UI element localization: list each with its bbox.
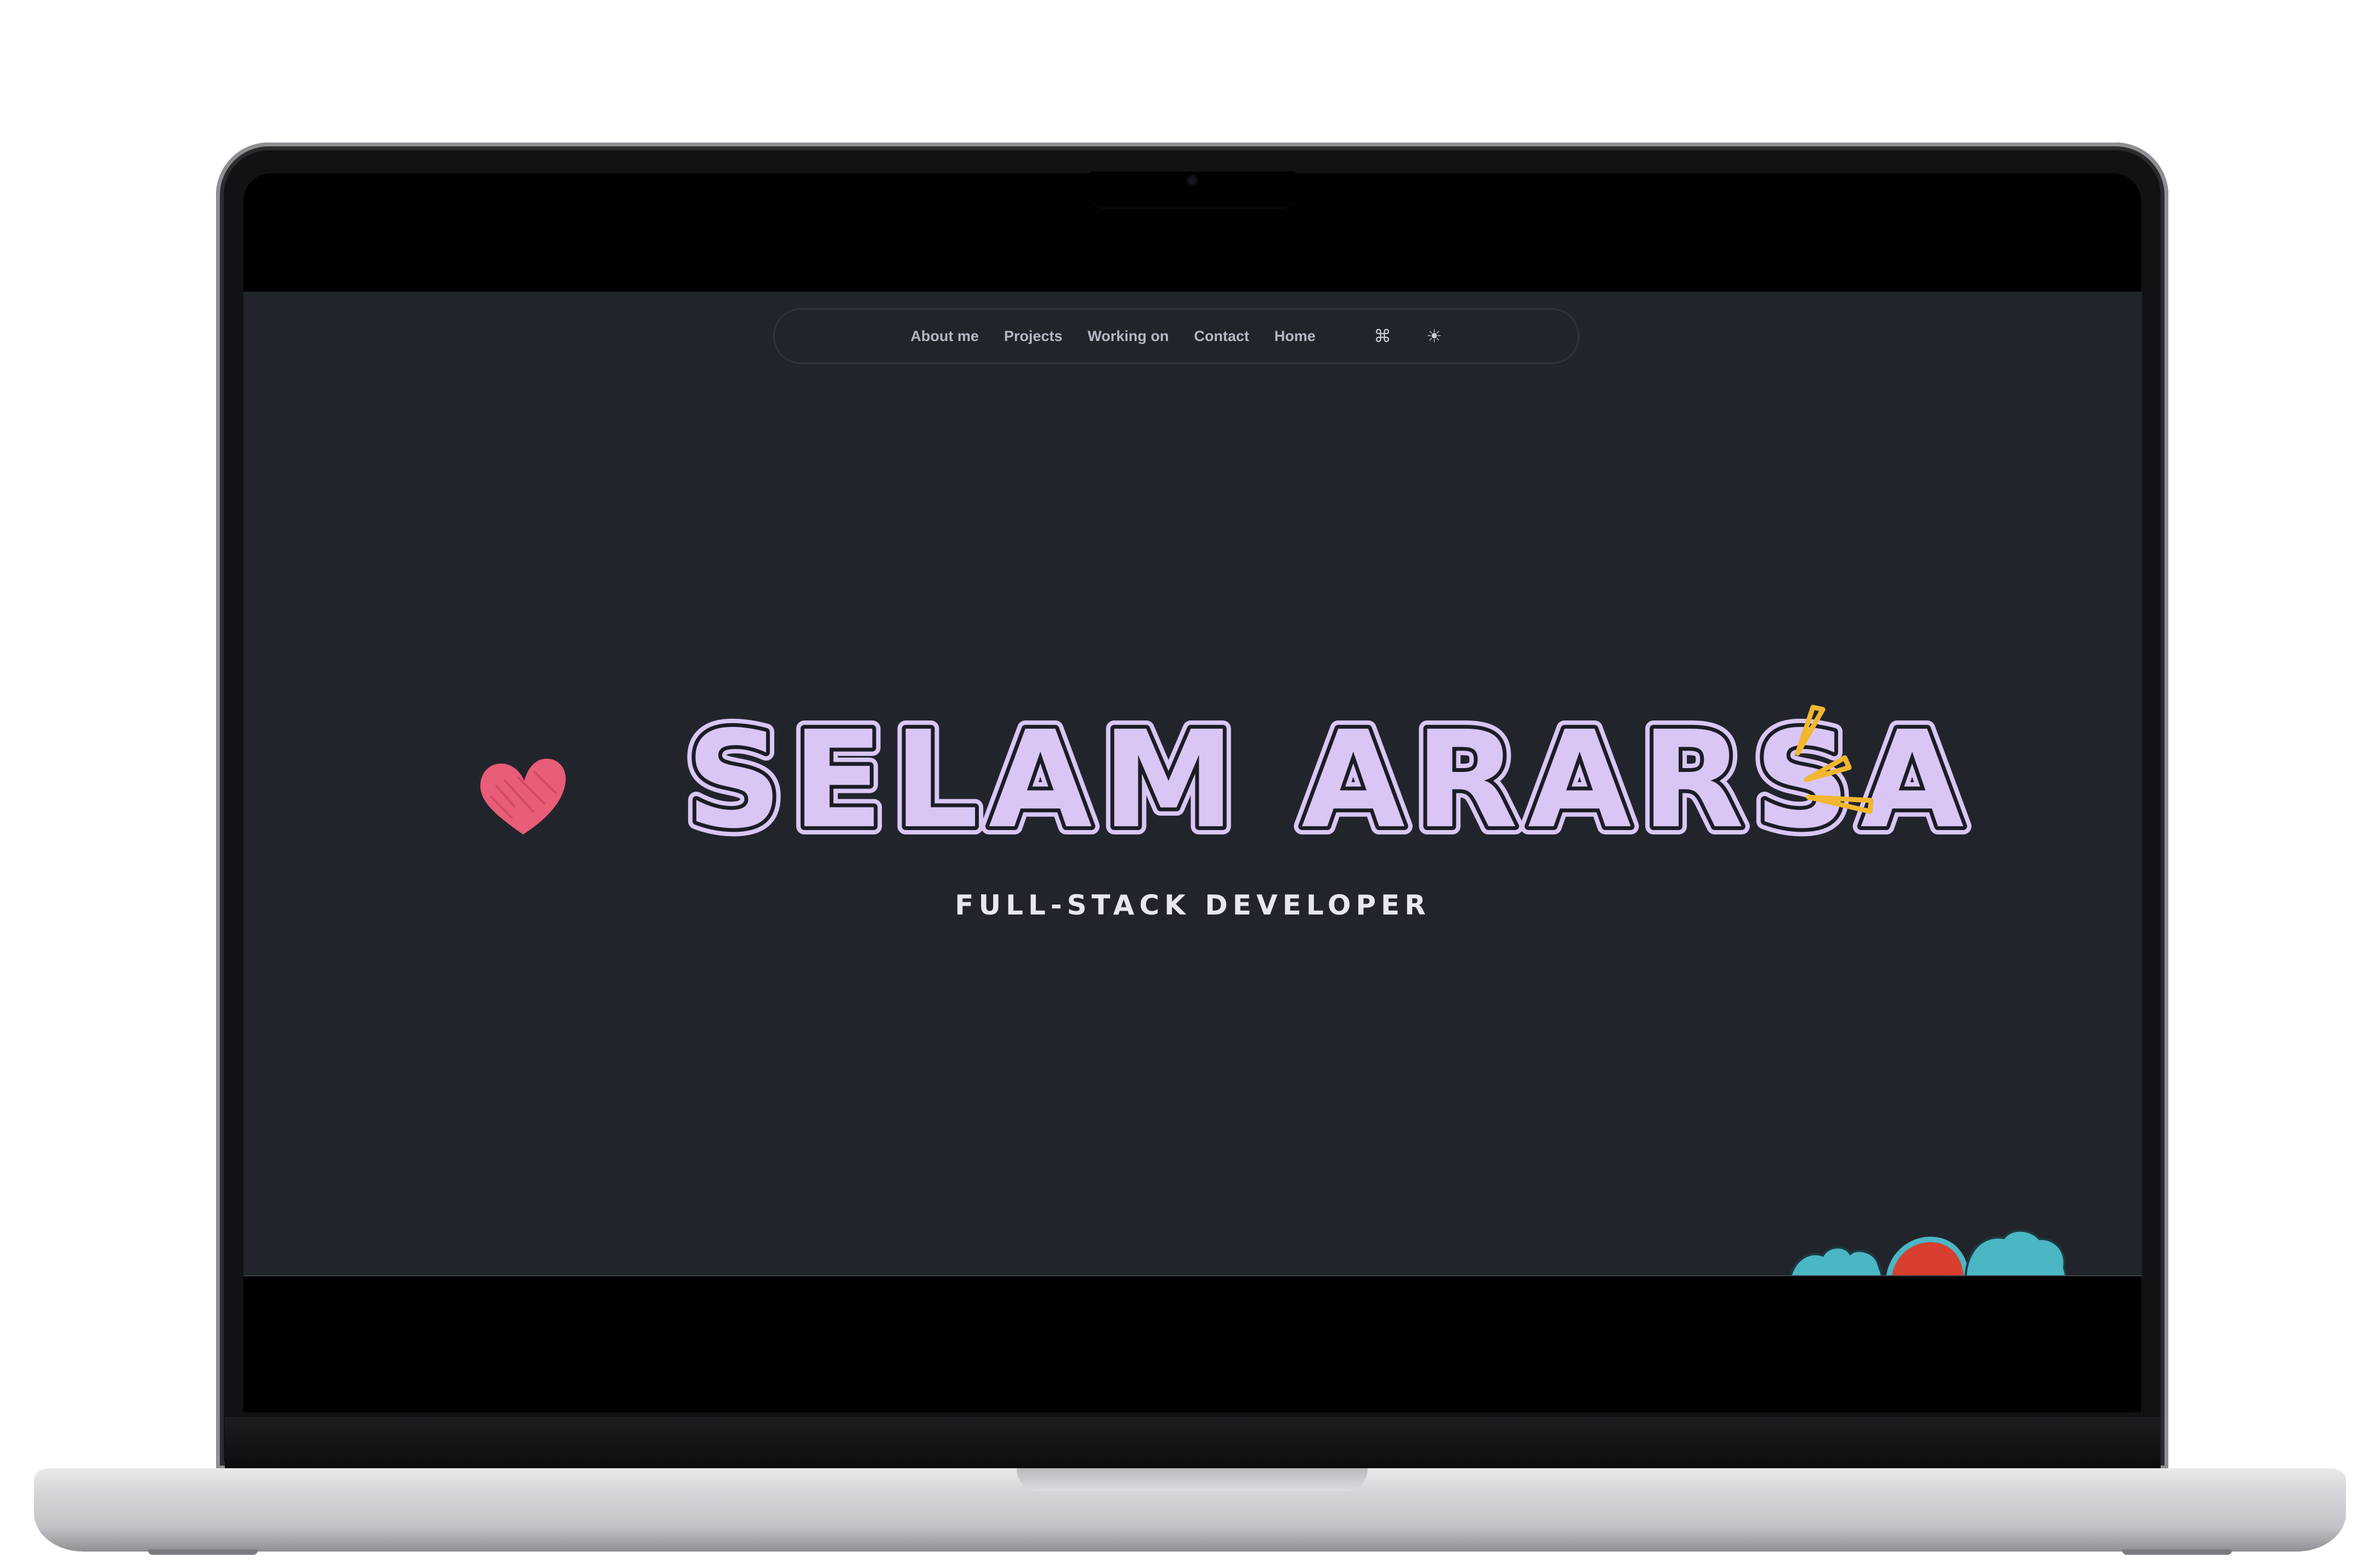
web-page: About me Projects Working on Contact Hom… — [243, 292, 2142, 1276]
nav-link-projects[interactable]: Projects — [1004, 328, 1063, 345]
heart-doodle — [480, 758, 566, 834]
sparkle-doodle — [1795, 705, 1874, 814]
command-icon[interactable]: ⌘ — [1374, 327, 1391, 345]
flower-doodle — [1790, 1229, 2067, 1275]
nav-link-working-on[interactable]: Working on — [1087, 328, 1169, 345]
hero-subtitle: FULL-STACK DEVELOPER — [955, 889, 1431, 921]
nav-link-home[interactable]: Home — [1274, 328, 1316, 345]
nav-actions: ⌘ ☀ — [1374, 327, 1442, 345]
nav-link-about-me[interactable]: About me — [910, 328, 979, 345]
top-navigation: About me Projects Working on Contact Hom… — [773, 308, 1579, 364]
sun-icon[interactable]: ☀ — [1426, 327, 1442, 345]
laptop-foot-left — [148, 1549, 258, 1555]
laptop-hinge — [225, 1417, 2161, 1469]
laptop-foot-right — [2122, 1549, 2232, 1555]
nav-link-contact[interactable]: Contact — [1194, 328, 1249, 345]
camera-icon — [1186, 174, 1198, 186]
trackpad-notch — [1017, 1468, 1368, 1491]
